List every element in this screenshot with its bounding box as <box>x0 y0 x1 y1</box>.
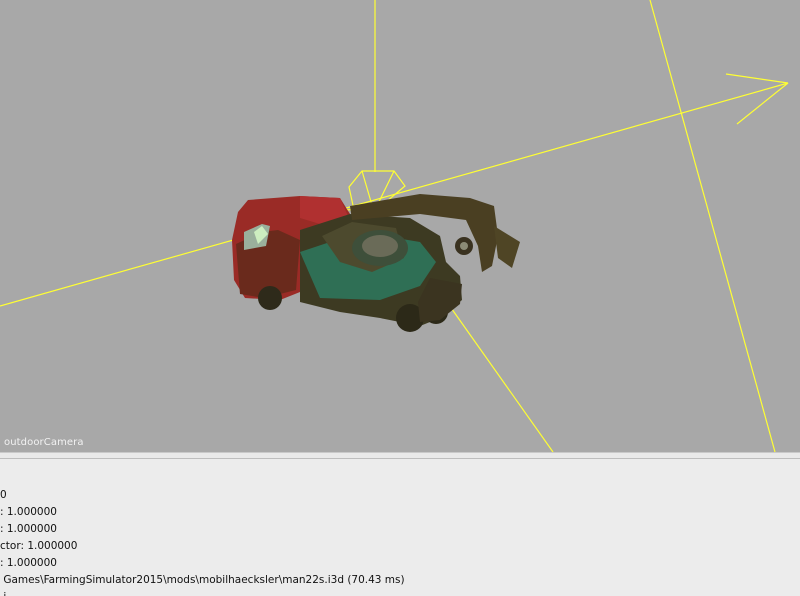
log-line: : 1.000000 <box>0 506 57 518</box>
scene-canvas[interactable] <box>0 0 800 452</box>
log-line: : 1.000000 <box>0 557 57 569</box>
log-line: : 1.000000 <box>0 523 57 535</box>
truck-model[interactable] <box>232 194 520 332</box>
console-log-panel[interactable]: 0 : 1.000000 : 1.000000 ctor: 1.000000 :… <box>0 459 800 596</box>
log-line: Games\FarmingSimulator2015\mods\mobilhae… <box>0 574 405 586</box>
camera-name-label: outdoorCamera <box>4 437 84 448</box>
panel-splitter[interactable] <box>0 452 800 459</box>
log-line: i <box>0 591 63 596</box>
log-line: 0 <box>0 489 7 501</box>
log-line: ctor: 1.000000 <box>0 540 78 552</box>
3d-viewport[interactable]: outdoorCamera <box>0 0 800 452</box>
